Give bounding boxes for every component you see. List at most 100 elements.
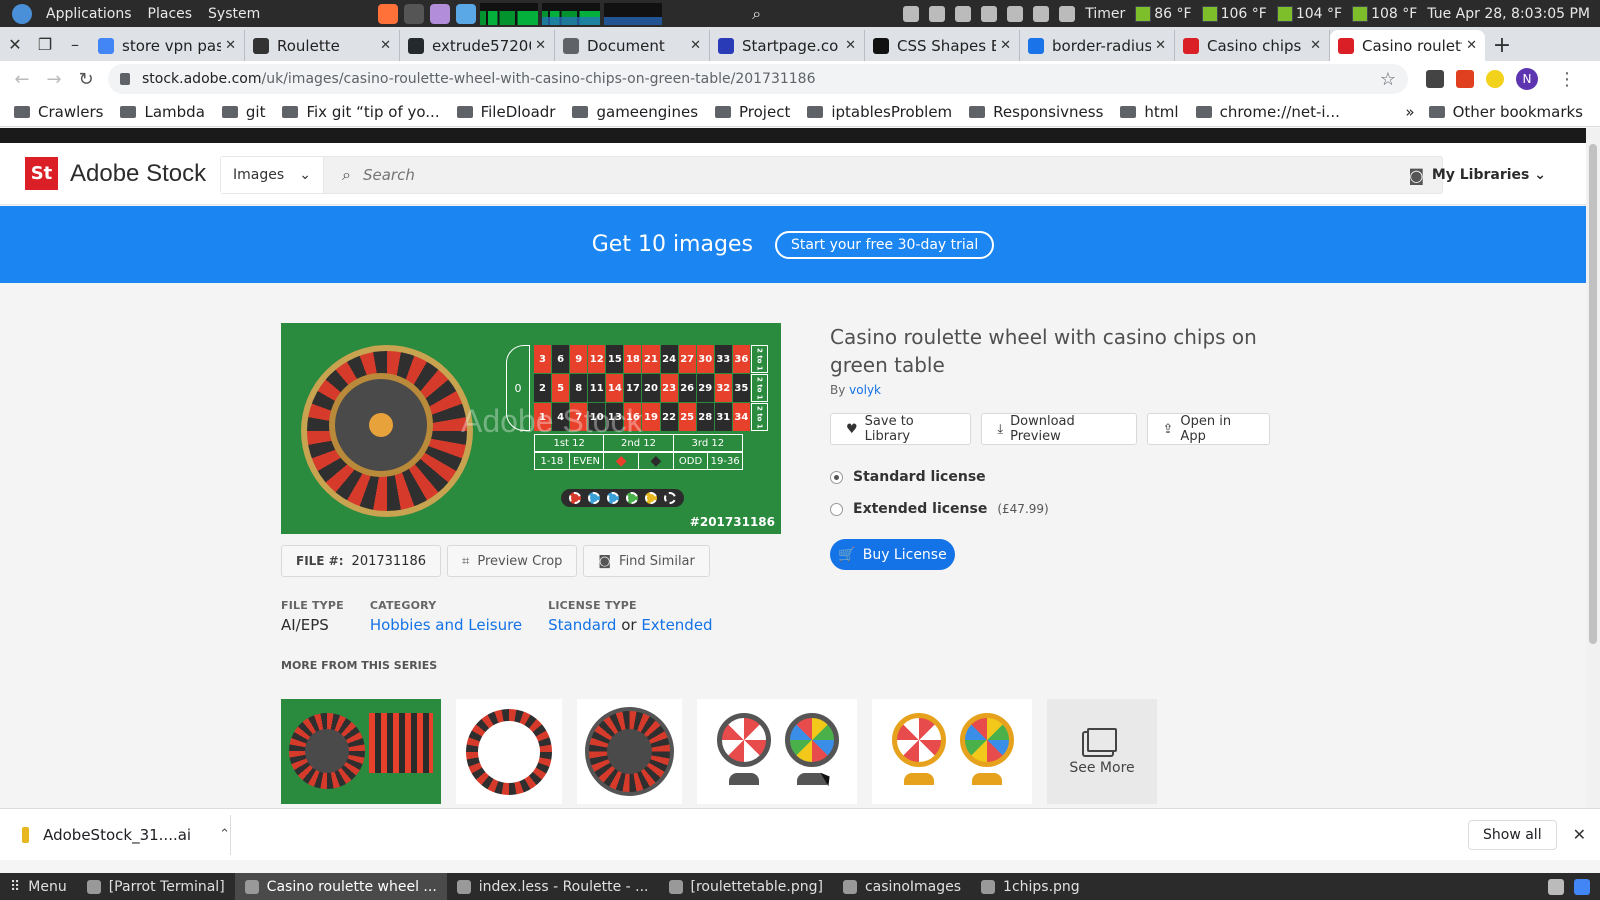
taskbar-item[interactable]: [roulettetable.png]	[659, 873, 833, 900]
content-type-select[interactable]: Images ⌄	[221, 157, 324, 193]
browser-tab[interactable]: Casino roulett ✕	[1330, 30, 1485, 61]
close-tab-icon[interactable]: ✕	[1155, 38, 1166, 53]
window-minimize-icon[interactable]: –	[60, 27, 90, 61]
timer-label[interactable]: Timer	[1085, 6, 1125, 22]
camera-icon[interactable]: ◙	[1408, 166, 1424, 185]
bookmarks-overflow-icon[interactable]: »	[1405, 103, 1414, 121]
volume-icon[interactable]	[1007, 5, 1024, 22]
preview-crop-button[interactable]: ⌗ Preview Crop	[447, 545, 578, 577]
free-trial-button[interactable]: Start your free 30-day trial	[774, 230, 995, 259]
series-thumbnail[interactable]	[872, 699, 1032, 804]
buy-license-button[interactable]: 🛒 Buy License	[830, 539, 955, 570]
bookmark-item[interactable]: iptablesProblem	[807, 103, 952, 121]
my-libraries-menu[interactable]: My Libraries ⌄	[1432, 167, 1546, 183]
chevron-up-icon[interactable]: ⌃	[219, 827, 230, 842]
new-tab-button[interactable]: +	[1485, 30, 1519, 61]
search-icon[interactable]: ⌕	[342, 165, 351, 185]
close-tab-icon[interactable]: ✕	[1000, 38, 1011, 53]
close-tab-icon[interactable]: ✕	[845, 38, 856, 53]
browser-tab[interactable]: extrude57200 ✕	[400, 30, 555, 61]
bookmark-item[interactable]: Fix git “tip of yo...	[282, 103, 440, 121]
see-more-button[interactable]: See More	[1047, 699, 1157, 804]
standard-license-link[interactable]: Standard	[548, 616, 616, 634]
clipboard-icon[interactable]	[1033, 5, 1050, 22]
taskbar-item[interactable]: index.less - Roulette - ...	[447, 873, 659, 900]
browser-tab[interactable]: border-radius ✕	[1020, 30, 1175, 61]
close-tab-icon[interactable]: ✕	[690, 38, 701, 53]
forward-icon[interactable]: →	[38, 69, 70, 90]
taskbar-item[interactable]: casinoImages	[833, 873, 971, 900]
bookmark-item[interactable]: Crawlers	[14, 103, 103, 121]
open-in-app-button[interactable]: ⇪ Open in App	[1146, 413, 1270, 445]
logo-text[interactable]: Adobe Stock	[70, 160, 206, 188]
bookmark-item[interactable]: Responsivness	[969, 103, 1103, 121]
close-tab-icon[interactable]: ✕	[225, 38, 236, 53]
reload-icon[interactable]: ↻	[70, 69, 102, 90]
window-restore-icon[interactable]: ❐	[30, 27, 60, 61]
close-tab-icon[interactable]: ✕	[1310, 38, 1321, 53]
category-link[interactable]: Hobbies and Leisure	[370, 616, 522, 634]
parrot-logo-icon[interactable]	[12, 3, 32, 24]
bookmark-item[interactable]: git	[221, 103, 265, 121]
taskbar-item[interactable]: Casino roulette wheel ...	[234, 873, 447, 900]
show-all-button[interactable]: Show all	[1468, 819, 1557, 850]
author-link[interactable]: volyk	[849, 383, 881, 397]
close-tab-icon[interactable]: ✕	[380, 38, 391, 53]
bookmark-item[interactable]: Project	[715, 103, 790, 121]
firefox-launcher-icon[interactable]	[378, 3, 399, 24]
profile-avatar[interactable]: N	[1516, 68, 1538, 90]
menu-applications[interactable]: Applications	[38, 6, 140, 22]
terminal-launcher-icon[interactable]	[404, 3, 425, 24]
chrome-icon[interactable]	[1574, 878, 1590, 895]
workspace-icon[interactable]	[1548, 878, 1564, 895]
menu-system[interactable]: System	[200, 6, 268, 22]
search-icon[interactable]: ⌕	[752, 4, 761, 24]
bookmark-star-icon[interactable]: ☆	[1380, 69, 1396, 90]
extension-icon[interactable]	[1486, 70, 1504, 88]
menu-places[interactable]: Places	[140, 6, 201, 22]
display-icon[interactable]	[903, 5, 920, 22]
taskbar-item[interactable]: 1chips.png	[971, 873, 1090, 900]
browser-tab[interactable]: Document ✕	[555, 30, 710, 61]
series-thumbnail[interactable]	[456, 699, 562, 804]
save-to-library-button[interactable]: ♥ Save to Library	[830, 413, 972, 445]
browser-tab[interactable]: store vpn pas ✕	[90, 30, 245, 61]
bookmark-item[interactable]: chrome://net-i...	[1195, 103, 1340, 121]
app-launcher-icon[interactable]	[430, 3, 451, 24]
extension-icon[interactable]	[1456, 70, 1474, 88]
start-menu-button[interactable]: ⠿ Menu	[0, 873, 77, 900]
find-similar-button[interactable]: ◙ Find Similar	[583, 545, 710, 577]
cast-extension-icon[interactable]	[1426, 70, 1444, 88]
close-tab-icon[interactable]: ✕	[535, 38, 546, 53]
bookmark-item[interactable]: gameengines	[572, 103, 698, 121]
adobe-stock-logo[interactable]: St	[25, 157, 58, 190]
night-mode-icon[interactable]	[955, 5, 972, 22]
close-icon[interactable]: ✕	[1573, 825, 1586, 844]
download-item[interactable]: AdobeStock_31....ai ⌃	[0, 814, 231, 855]
bookmark-item[interactable]: FileDloadr	[456, 103, 555, 121]
browser-tab[interactable]: Roulette ✕	[245, 30, 400, 61]
address-bar[interactable]: stock.adobe.com/uk/images/casino-roulett…	[108, 64, 1408, 94]
extended-license-option[interactable]: Extended license (£47.99)	[830, 501, 1270, 517]
page-scrollbar[interactable]	[1586, 128, 1600, 808]
taskbar-item[interactable]: [Parrot Terminal]	[77, 873, 235, 900]
lock-icon[interactable]	[120, 73, 130, 85]
screen-icon[interactable]	[1059, 5, 1076, 22]
shield-icon[interactable]	[981, 5, 998, 22]
menu-kebab-icon[interactable]: ⋮	[1558, 69, 1576, 90]
window-close-icon[interactable]: ✕	[0, 27, 30, 61]
standard-license-option[interactable]: Standard license	[830, 469, 1270, 485]
back-icon[interactable]: ←	[6, 69, 38, 90]
browser-tab[interactable]: CSS Shapes E ✕	[865, 30, 1020, 61]
browser-tab[interactable]: Casino chips ✕	[1175, 30, 1330, 61]
series-thumbnail[interactable]	[281, 699, 441, 804]
radio-unselected[interactable]	[830, 502, 843, 516]
bookmark-item[interactable]: Lambda	[120, 103, 205, 121]
extended-license-link[interactable]: Extended	[641, 616, 712, 634]
download-preview-button[interactable]: ⤓ Download Preview	[981, 413, 1137, 445]
series-thumbnail[interactable]	[697, 699, 857, 804]
series-thumbnail[interactable]	[577, 699, 682, 804]
files-launcher-icon[interactable]	[456, 3, 477, 24]
bookmark-item[interactable]: html	[1120, 103, 1179, 121]
search-input[interactable]	[362, 166, 1363, 184]
